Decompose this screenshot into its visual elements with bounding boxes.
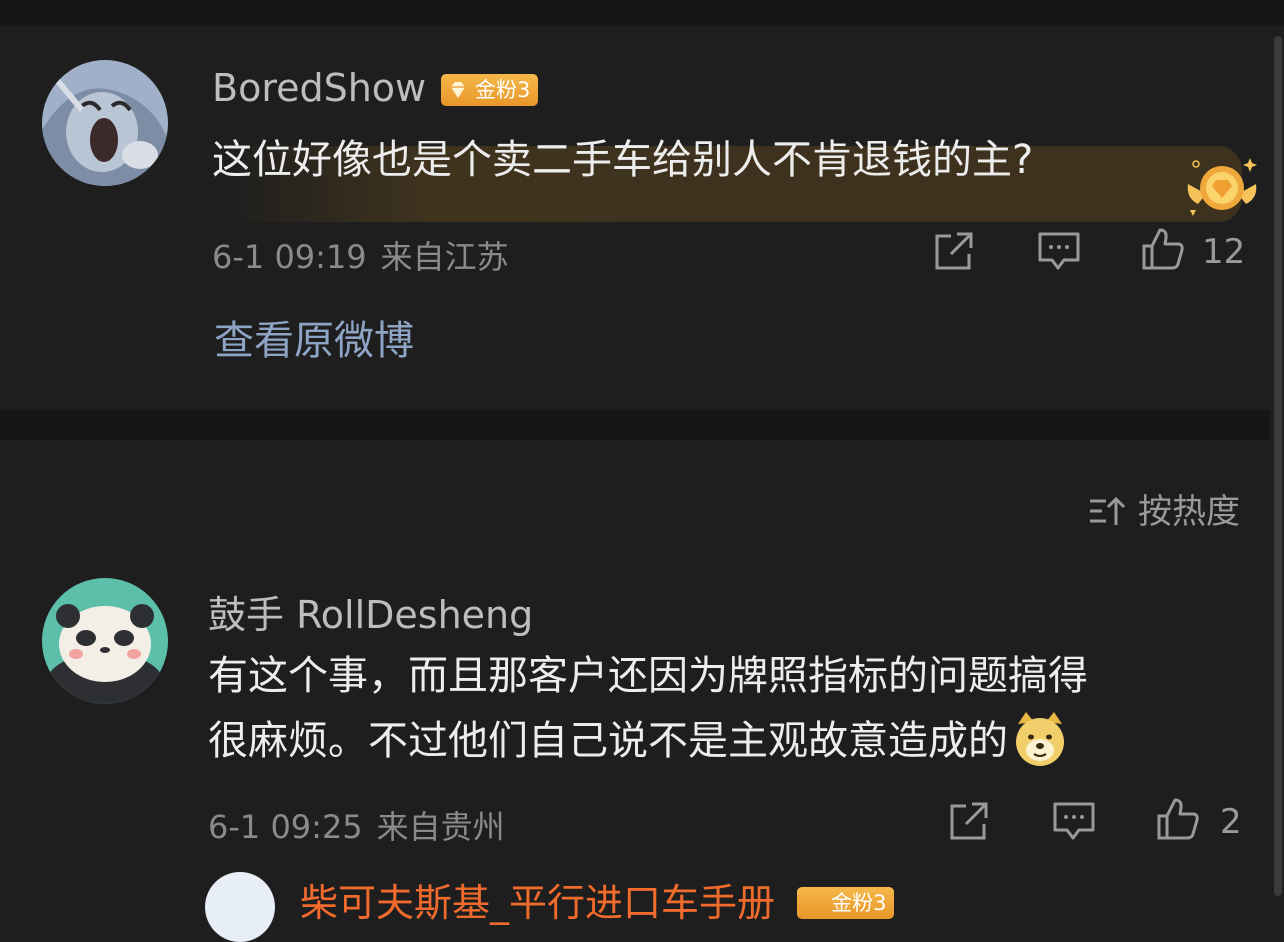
- like-icon[interactable]: [1140, 226, 1186, 272]
- timestamp: 6-1 09:25: [208, 808, 363, 846]
- comment-text-line-2: 很麻烦。不过他们自己说不是主观故意造成的: [208, 710, 1068, 771]
- comment-meta: 6-1 09:25 来自贵州: [208, 802, 505, 848]
- username: 柴可夫斯基_平行进口车手册: [300, 881, 776, 925]
- fan-badge[interactable]: 金粉3: [441, 74, 539, 106]
- section-divider: [0, 410, 1270, 440]
- avatar[interactable]: [42, 578, 168, 704]
- comment-card-1: BoredShow 金粉3 这位好像也是个卖二手车给别人不肯退钱的主? 6-1 …: [0, 26, 1270, 410]
- share-icon[interactable]: [931, 228, 977, 274]
- scrollbar[interactable]: [1274, 36, 1282, 896]
- sort-label: 按热度: [1138, 492, 1240, 532]
- comment-icon[interactable]: [1051, 798, 1097, 844]
- sort-button[interactable]: 按热度: [1088, 484, 1240, 533]
- gold-fan-medal-icon: [1187, 158, 1257, 216]
- like-icon[interactable]: [1155, 796, 1201, 842]
- comment-icon[interactable]: [1036, 228, 1082, 274]
- location: 来自江苏: [380, 238, 509, 276]
- like-count: 12: [1202, 232, 1246, 272]
- avatar[interactable]: [205, 872, 275, 942]
- comment-meta: 6-1 09:19 来自江苏: [212, 232, 509, 278]
- diamond-icon: [451, 82, 465, 98]
- comment-text-line-2-text: 很麻烦。不过他们自己说不是主观故意造成的: [208, 718, 1008, 764]
- badge-label: 金粉3: [475, 78, 531, 102]
- sort-icon: [1090, 496, 1126, 525]
- top-strip: [0, 0, 1284, 26]
- tom-cat-avatar-icon: [42, 60, 168, 186]
- fan-badge: 金粉3: [797, 887, 895, 919]
- location: 来自贵州: [376, 808, 505, 846]
- view-original-link[interactable]: 查看原微博: [214, 308, 414, 366]
- username[interactable]: BoredShow: [212, 66, 426, 110]
- doge-emoji-icon: [1016, 712, 1064, 766]
- comment-text-line-1: 有这个事，而且那客户还因为牌照指标的问题搞得: [208, 653, 1088, 699]
- next-comment-header[interactable]: 柴可夫斯基_平行进口车手册 金粉3: [300, 872, 895, 927]
- comment-card-2: 按热度 鼓手 RollDesheng 有这个事，而且那客户还因为牌照指标的问题搞…: [0, 440, 1270, 895]
- share-icon[interactable]: [946, 798, 992, 844]
- timestamp: 6-1 09:19: [212, 238, 367, 276]
- avatar[interactable]: [42, 60, 168, 186]
- like-count: 2: [1220, 802, 1242, 842]
- panda-avatar-icon: [42, 578, 168, 704]
- username[interactable]: 鼓手 RollDesheng: [208, 584, 533, 639]
- comment-text: 这位好像也是个卖二手车给别人不肯退钱的主?: [212, 137, 1034, 183]
